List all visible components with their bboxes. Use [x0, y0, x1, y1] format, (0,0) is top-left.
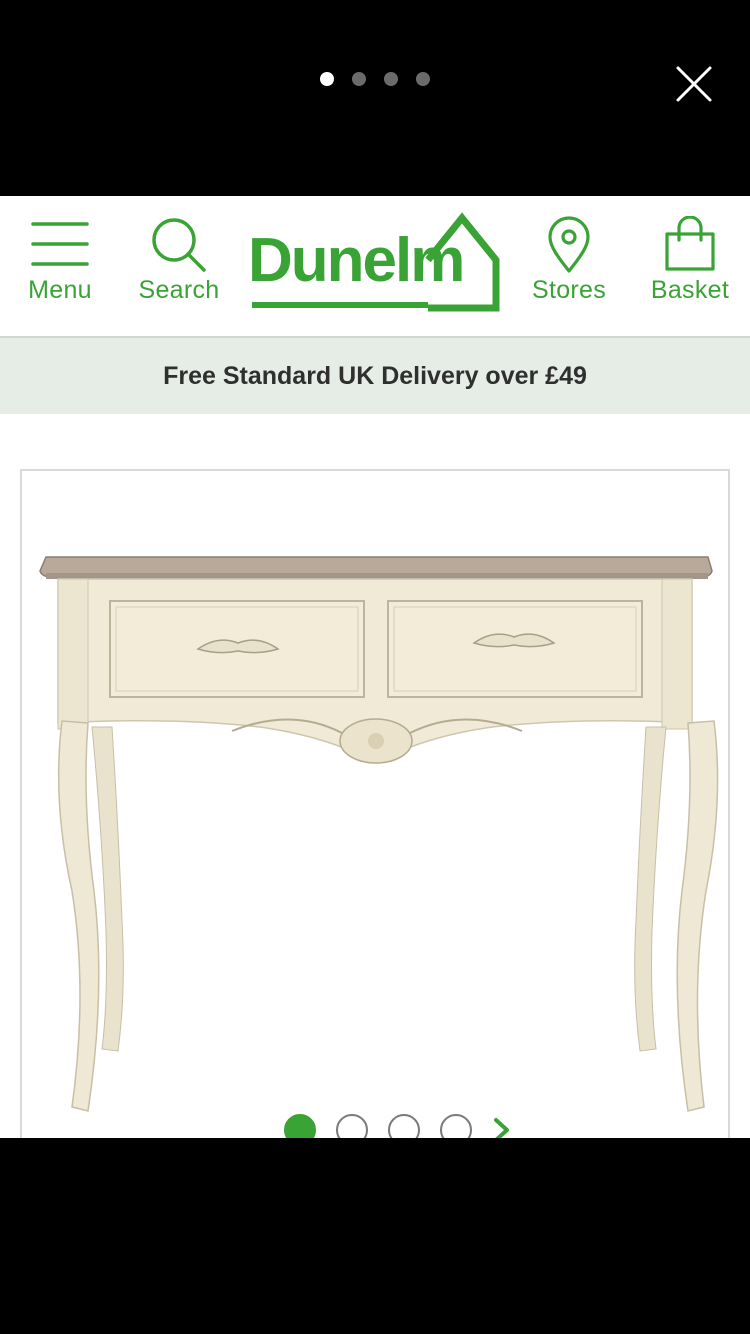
dunelm-logo[interactable]: Dunelm — [248, 210, 500, 312]
basket-label: Basket — [650, 276, 730, 304]
console-table-product-image — [39, 556, 719, 1112]
shopping-bag-icon — [665, 216, 715, 271]
carousel-dot[interactable] — [388, 1114, 420, 1138]
delivery-promo-text: Free Standard UK Delivery over £49 — [163, 361, 587, 390]
search-icon — [152, 218, 206, 272]
close-icon — [676, 66, 712, 102]
story-dot[interactable] — [320, 72, 334, 86]
story-progress-dots — [320, 72, 430, 86]
location-pin-icon — [548, 216, 590, 273]
hamburger-icon — [31, 222, 89, 266]
story-dot[interactable] — [416, 72, 430, 86]
logo-text: Dunelm — [248, 226, 465, 295]
story-dot[interactable] — [352, 72, 366, 86]
menu-label: Menu — [28, 276, 92, 304]
web-page: Menu Search Dunelm Stores Basket Free St… — [0, 196, 750, 1138]
image-carousel-dots — [284, 1114, 512, 1138]
story-viewer-bottom-bar — [0, 1138, 750, 1334]
carousel-dot[interactable] — [336, 1114, 368, 1138]
product-image-frame[interactable] — [20, 469, 730, 1138]
basket-button[interactable]: Basket — [642, 196, 738, 338]
stores-button[interactable]: Stores — [524, 196, 614, 338]
site-header: Menu Search Dunelm Stores Basket — [0, 196, 750, 338]
search-label: Search — [138, 276, 220, 304]
menu-button[interactable]: Menu — [14, 196, 106, 338]
carousel-dot[interactable] — [440, 1114, 472, 1138]
story-dot[interactable] — [384, 72, 398, 86]
stores-label: Stores — [531, 276, 607, 304]
chevron-right-icon[interactable] — [492, 1114, 512, 1138]
close-button[interactable] — [674, 64, 714, 104]
story-viewer-top-bar — [0, 0, 750, 196]
carousel-dot[interactable] — [284, 1114, 316, 1138]
delivery-promo-banner[interactable]: Free Standard UK Delivery over £49 — [0, 338, 750, 414]
search-button[interactable]: Search — [132, 196, 226, 338]
